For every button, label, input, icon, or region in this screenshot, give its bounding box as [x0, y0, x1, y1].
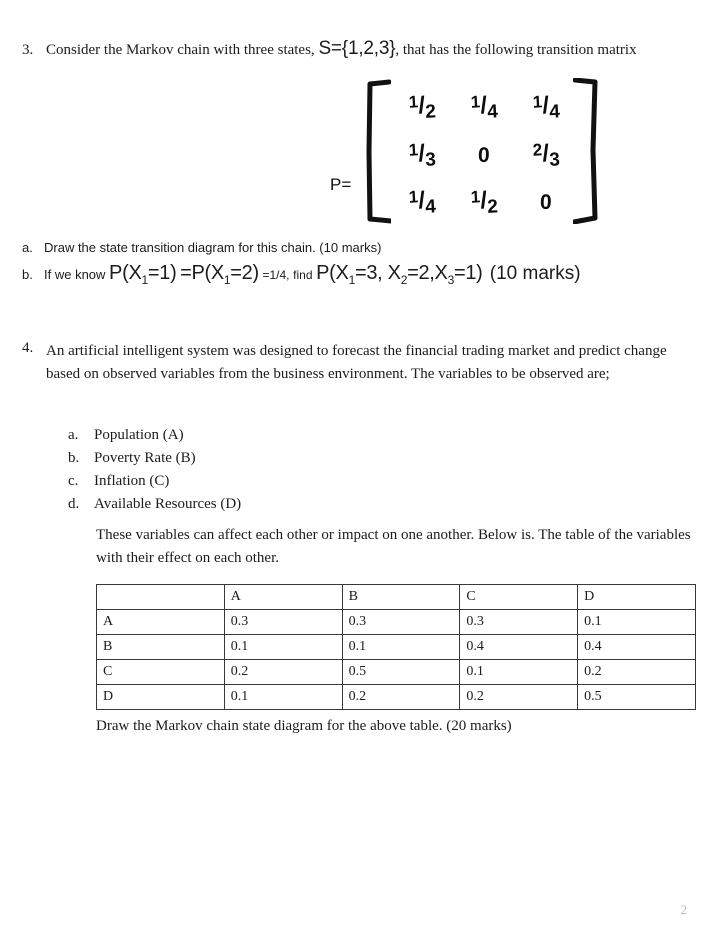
cell-d-b: 0.2: [341, 684, 461, 710]
cell-d-a: 0.1: [223, 684, 343, 710]
question-3-text: Consider the Markov chain with three sta…: [46, 36, 637, 62]
variable-b-label: Poverty Rate (B): [94, 449, 196, 466]
variable-item-a: a. Population (A): [68, 424, 241, 447]
matrix-cell-r3c1: 1/4: [408, 186, 437, 218]
row-label-d: D: [96, 684, 225, 710]
table-row: C 0.2 0.5 0.1 0.2: [96, 659, 696, 685]
variable-item-c: c. Inflation (C): [68, 470, 241, 493]
part-b-letter: b.: [22, 267, 33, 282]
table-intro-paragraph: These variables can affect each other or…: [96, 527, 691, 567]
variable-a-letter: a.: [68, 427, 79, 443]
table-row: D 0.1 0.2 0.2 0.5: [96, 684, 696, 710]
question-3-block: 3. Consider the Markov chain with three …: [22, 36, 712, 62]
matrix-cell-r1c3: 1/4: [532, 91, 561, 123]
part-b-text: If we know P(X1=1) =P(X1=2) =1/4, find P…: [44, 262, 581, 287]
variable-c-label: Inflation (C): [94, 472, 170, 489]
table-row: B 0.1 0.1 0.4 0.4: [96, 634, 696, 660]
part-b-lead: If we know: [44, 267, 106, 282]
matrix-left-bracket-icon: [366, 79, 392, 224]
variables-effect-table: A B C D A 0.3 0.3 0.3 0.1 B 0.1 0.1 0.4 …: [96, 584, 696, 710]
matrix-cell-r3c2: 1/2: [470, 186, 499, 218]
cell-b-a: 0.1: [223, 634, 343, 660]
cell-b-d: 0.4: [577, 634, 696, 660]
part-a-text: Draw the state transition diagram for th…: [44, 240, 382, 255]
part-b-marks: (10 marks): [489, 263, 581, 284]
cell-b-c: 0.4: [459, 634, 579, 660]
cell-a-c: 0.3: [459, 609, 579, 635]
question-3-part-b: b. If we know P(X1=1) =P(X1=2) =1/4, fin…: [22, 262, 581, 287]
document-page: 3. Consider the Markov chain with three …: [0, 0, 720, 940]
matrix-cell-r3c3: 0: [540, 190, 553, 215]
table-header-corner: [96, 584, 225, 610]
state-set-label: S={1,2,3}: [318, 38, 396, 59]
table-header-a: A: [223, 584, 343, 610]
cell-c-a: 0.2: [223, 659, 343, 685]
variable-c-letter: c.: [68, 472, 79, 489]
cell-c-c: 0.1: [459, 659, 579, 685]
question-3-text-before: Consider the Markov chain with three sta…: [46, 42, 315, 58]
variable-item-b: b. Poverty Rate (B): [68, 447, 241, 470]
part-a-letter: a.: [22, 240, 33, 255]
cell-d-c: 0.2: [459, 684, 579, 710]
question-4-closing-instruction: Draw the Markov chain state diagram for …: [96, 718, 512, 734]
matrix-cell-r1c2: 1/4: [470, 91, 499, 123]
row-label-a: A: [96, 609, 225, 635]
question-3-number: 3.: [22, 42, 34, 58]
matrix-cell-r2c1: 1/3: [408, 139, 437, 171]
transition-matrix-block: P= 1/2 1/4 1/4 1/3 0 2/3 1/4 1/2 0: [330, 78, 599, 236]
matrix-label: P=: [330, 175, 352, 194]
cell-a-a: 0.3: [223, 609, 343, 635]
table-header-c: C: [459, 584, 579, 610]
question-3-part-a: a. Draw the state transition diagram for…: [22, 240, 381, 255]
variable-d-letter: d.: [68, 495, 80, 512]
question-3-text-after: , that has the following transition matr…: [395, 42, 637, 58]
part-b-expr-1: P(X1=1): [109, 262, 177, 287]
variable-d-label: Available Resources (D): [94, 495, 242, 512]
row-label-c: C: [96, 659, 225, 685]
cell-a-b: 0.3: [341, 609, 461, 635]
variable-item-d: d. Available Resources (D): [68, 493, 241, 516]
variable-a-label: Population (A): [94, 427, 184, 443]
table-row: A 0.3 0.3 0.3 0.1: [96, 609, 696, 635]
page-number: 2: [680, 902, 688, 917]
row-label-b: B: [96, 634, 225, 660]
part-b-expr-3: P(X1=3, X2=2,X3=1): [316, 262, 483, 287]
variable-list: a. Population (A) b. Poverty Rate (B) c.…: [68, 424, 241, 516]
cell-b-b: 0.1: [341, 634, 461, 660]
part-b-eq-value: =1/4,: [262, 268, 290, 282]
cell-a-d: 0.1: [577, 609, 696, 635]
matrix-cell-r1c1: 1/2: [408, 91, 437, 123]
matrix-cell-r2c3: 2/3: [532, 139, 561, 171]
table-header-row: A B C D: [96, 584, 696, 610]
cell-d-d: 0.5: [577, 684, 696, 710]
matrix-grid: 1/2 1/4 1/4 1/3 0 2/3 1/4 1/2 0: [391, 84, 577, 226]
table-header-b: B: [341, 584, 461, 610]
question-4-number: 4.: [22, 340, 34, 356]
cell-c-b: 0.5: [341, 659, 461, 685]
cell-c-d: 0.2: [577, 659, 696, 685]
question-4-paragraph: An artificial intelligent system was des…: [46, 343, 667, 383]
matrix-cell-r2c2: 0: [478, 143, 491, 168]
table-header-d: D: [577, 584, 696, 610]
part-b-expr-2: =P(X1=2): [180, 262, 259, 287]
matrix-wrapper: 1/2 1/4 1/4 1/3 0 2/3 1/4 1/2 0: [365, 78, 599, 236]
variable-b-letter: b.: [68, 449, 80, 466]
question-4-block: 4. An artificial intelligent system was …: [22, 340, 694, 387]
matrix-right-bracket-icon: [573, 78, 598, 224]
part-b-find: find: [293, 268, 313, 282]
